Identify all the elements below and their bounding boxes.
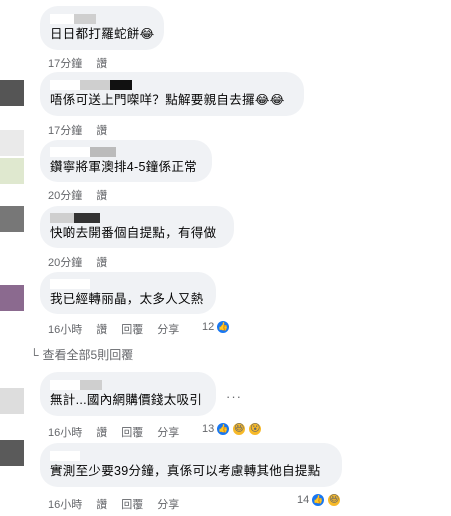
comment-text: 唔係可送上門㗎咩？點解要親自去攞😂😂 <box>50 93 285 107</box>
comment-bubble: 實測至少要39分鐘，真係可以考慮轉其他自提點 <box>40 443 342 487</box>
comment-bubble: 唔係可送上門㗎咩？點解要親自去攞😂😂 <box>40 72 304 116</box>
like-link[interactable]: 讚 <box>96 254 107 270</box>
timestamp[interactable]: 20分鐘 <box>48 187 82 203</box>
timestamp[interactable]: 16小時 <box>48 496 82 512</box>
comment-bubble: 我已經轉丽晶，太多人又熱 <box>40 272 216 314</box>
comment-meta: 16小時 讚 回覆 分享 <box>48 496 193 512</box>
laugh-icon: 😆 <box>327 493 342 507</box>
timestamp[interactable]: 16小時 <box>48 424 82 440</box>
share-link[interactable]: 分享 <box>157 496 179 512</box>
avatar[interactable] <box>0 130 24 156</box>
share-link[interactable]: 分享 <box>157 424 179 440</box>
more-options-icon[interactable]: ··· <box>226 389 242 404</box>
timestamp[interactable]: 17分鐘 <box>48 122 82 138</box>
like-link[interactable]: 讚 <box>96 424 107 440</box>
reply-link[interactable]: 回覆 <box>121 424 143 440</box>
like-icon: 👍 <box>216 422 231 436</box>
comment-meta: 16小時 讚 回覆 分享 <box>48 424 193 440</box>
commenter-name[interactable] <box>50 14 154 24</box>
comment-meta: 20分鐘 讚 <box>48 187 121 203</box>
commenter-name[interactable] <box>50 213 224 223</box>
commenter-name[interactable] <box>50 147 202 157</box>
comment-meta: 17分鐘 讚 <box>48 122 121 138</box>
avatar[interactable] <box>0 285 24 311</box>
reaction-count: 13 <box>202 423 215 435</box>
commenter-name[interactable] <box>50 451 332 461</box>
comment-bubble: 鑽寧將軍澳排4-5鐘係正常 <box>40 140 212 182</box>
reply-link[interactable]: 回覆 <box>121 321 143 337</box>
timestamp[interactable]: 16小時 <box>48 321 82 337</box>
comment-bubble: 日日都打羅蛇餅😂 <box>40 6 164 50</box>
timestamp[interactable]: 17分鐘 <box>48 55 82 71</box>
comment-bubble: 快啲去開番個自提點，有得做 <box>40 206 234 248</box>
comment-meta: 20分鐘 讚 <box>48 254 121 270</box>
reaction-summary[interactable]: 12 👍 <box>202 320 231 334</box>
like-icon: 👍 <box>311 493 326 507</box>
reaction-count: 12 <box>202 321 215 333</box>
avatar[interactable] <box>0 80 24 106</box>
reaction-count: 14 <box>297 494 310 506</box>
like-link[interactable]: 讚 <box>96 55 107 71</box>
commenter-name[interactable] <box>50 279 206 289</box>
like-link[interactable]: 讚 <box>96 187 107 203</box>
avatar[interactable] <box>0 440 24 466</box>
avatar[interactable] <box>0 158 24 184</box>
comment-text: 鑽寧將軍澳排4-5鐘係正常 <box>50 160 197 174</box>
like-icon: 👍 <box>216 320 231 334</box>
reply-link[interactable]: 回覆 <box>121 496 143 512</box>
reaction-summary[interactable]: 14 👍 😆 <box>297 493 342 507</box>
like-link[interactable]: 讚 <box>96 122 107 138</box>
comment-text: 無計...國內網購價錢太吸引 <box>50 393 203 407</box>
comment-text: 快啲去開番個自提點，有得做 <box>50 226 217 240</box>
comment-text: 日日都打羅蛇餅😂 <box>50 27 155 41</box>
comment-meta: 16小時 讚 回覆 分享 <box>48 321 193 337</box>
comment-meta: 17分鐘 讚 <box>48 55 121 71</box>
share-link[interactable]: 分享 <box>157 321 179 337</box>
avatar[interactable] <box>0 206 24 232</box>
like-link[interactable]: 讚 <box>96 321 107 337</box>
comment-text: 實測至少要39分鐘，真係可以考慮轉其他自提點 <box>50 464 321 478</box>
commenter-name[interactable] <box>50 380 206 390</box>
reply-arrow-icon: └ <box>30 347 39 362</box>
comment-text: 我已經轉丽晶，太多人又熱 <box>50 292 204 306</box>
like-link[interactable]: 讚 <box>96 496 107 512</box>
wow-icon: 😮 <box>248 422 263 436</box>
reaction-summary[interactable]: 13 👍 😆 😮 <box>202 422 263 436</box>
view-more-replies[interactable]: └ 查看全部5則回覆 <box>30 346 133 363</box>
commenter-name[interactable] <box>50 80 294 90</box>
comment-bubble: 無計...國內網購價錢太吸引 <box>40 372 216 416</box>
avatar[interactable] <box>0 388 24 414</box>
timestamp[interactable]: 20分鐘 <box>48 254 82 270</box>
laugh-icon: 😆 <box>232 422 247 436</box>
